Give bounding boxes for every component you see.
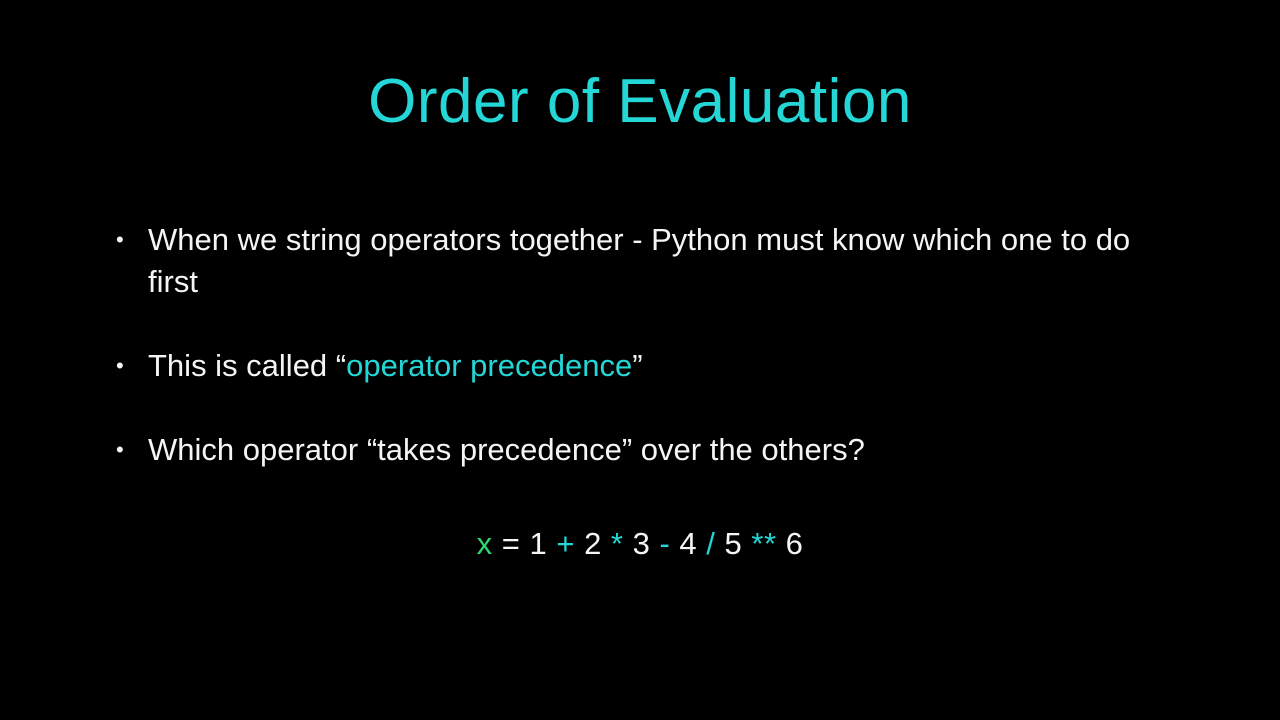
code-expression: x = 1 + 2 * 3 - 4 / 5 ** 6 (0, 526, 1280, 562)
term-operator-precedence: operator precedence (346, 348, 632, 383)
code-variable: x (477, 526, 493, 561)
bullet-text: Which operator “takes precedence” over t… (148, 432, 865, 467)
code-op-minus: - (650, 526, 679, 561)
bullet-list: When we string operators together - Pyth… (108, 219, 1172, 470)
code-op-plus: + (547, 526, 584, 561)
bullet-text-pre: This is called “ (148, 348, 346, 383)
code-op-div: / (697, 526, 724, 561)
code-op-pow: ** (742, 526, 785, 561)
code-num-5: 5 (725, 526, 743, 561)
bullet-text: When we string operators together - Pyth… (148, 222, 1130, 299)
code-num-3: 3 (633, 526, 651, 561)
code-num-1: 1 (529, 526, 547, 561)
code-num-6: 6 (786, 526, 804, 561)
slide: Order of Evaluation When we string opera… (0, 0, 1280, 720)
bullet-text-post: ” (632, 348, 642, 383)
bullet-item-3: Which operator “takes precedence” over t… (108, 429, 1172, 471)
slide-title: Order of Evaluation (0, 0, 1280, 137)
code-assign: = (493, 526, 530, 561)
code-num-2: 2 (584, 526, 602, 561)
code-num-4: 4 (679, 526, 697, 561)
bullet-item-1: When we string operators together - Pyth… (108, 219, 1172, 303)
code-op-mult: * (602, 526, 633, 561)
bullet-item-2: This is called “operator precedence” (108, 345, 1172, 387)
